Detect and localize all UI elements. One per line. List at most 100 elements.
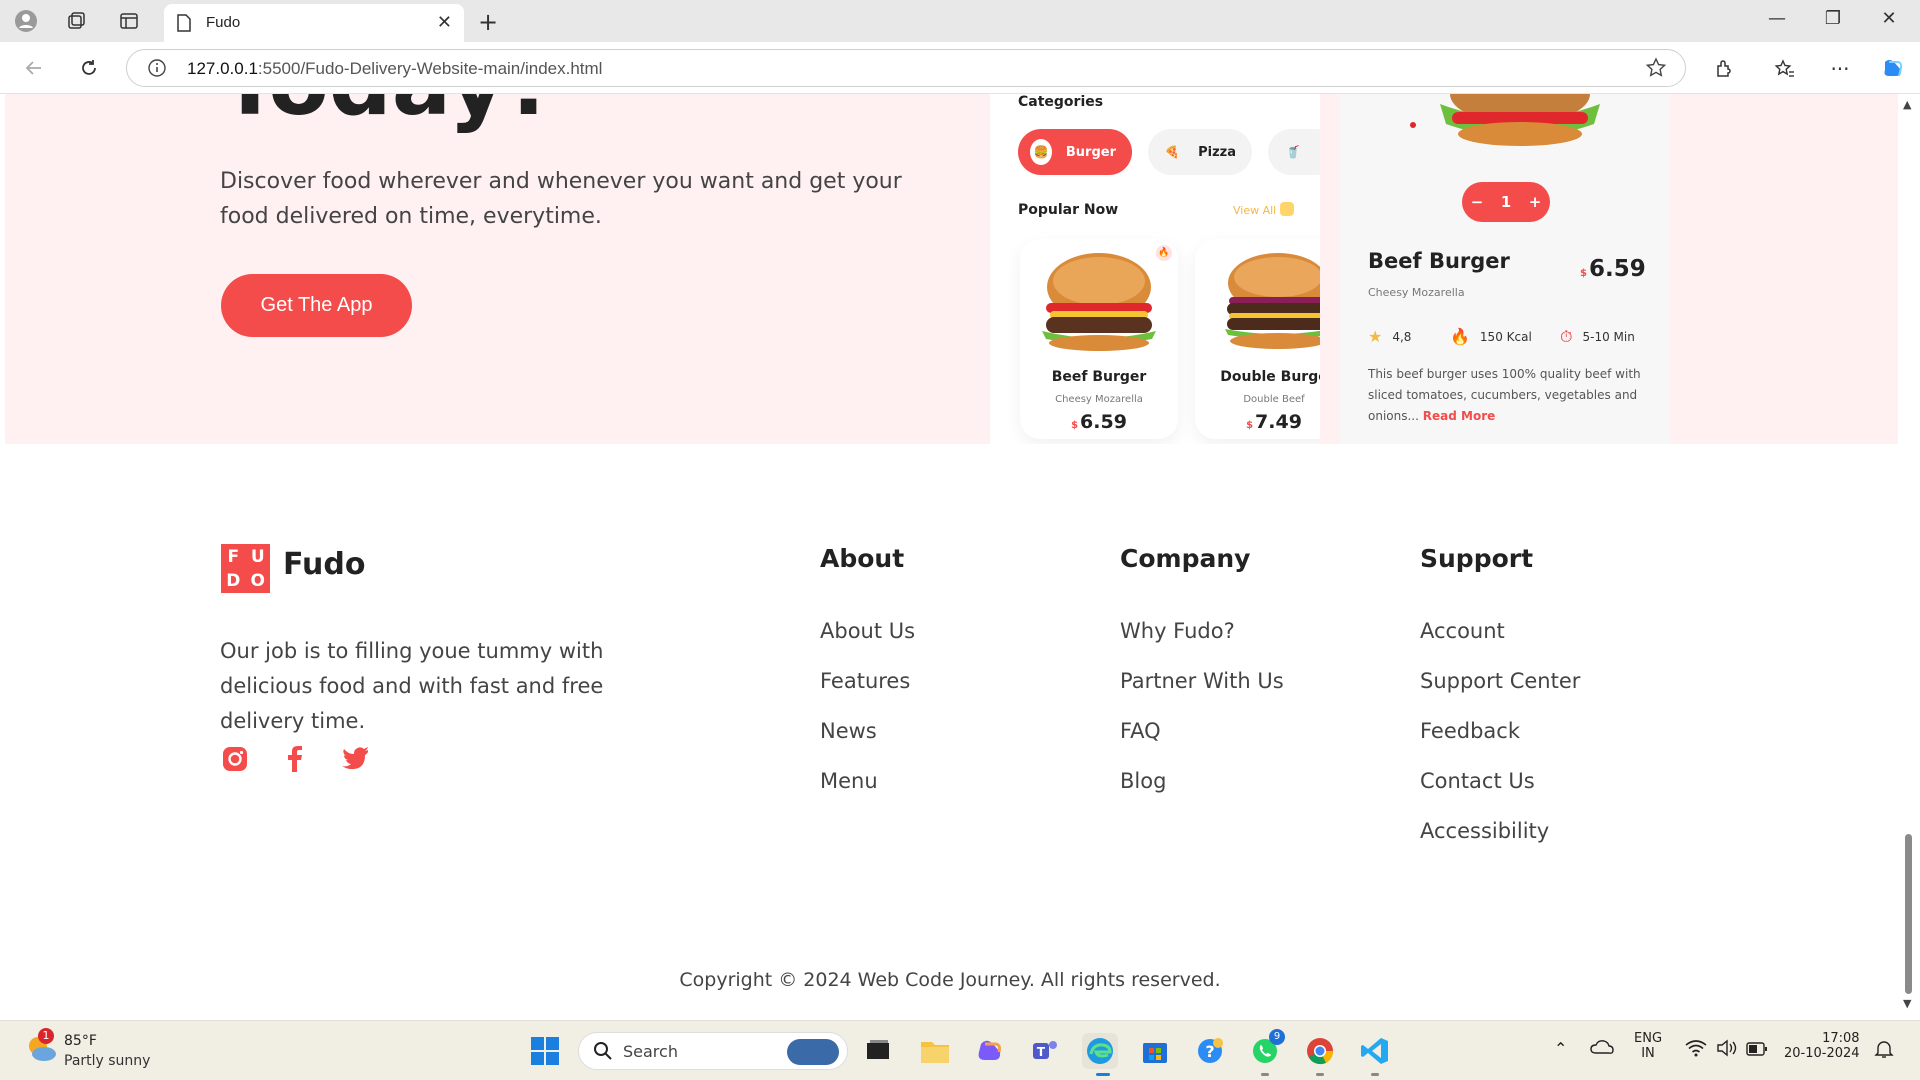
running-app-indicator bbox=[1371, 1073, 1379, 1076]
twitter-icon[interactable] bbox=[340, 744, 370, 774]
footer-link-about-us[interactable]: About Us bbox=[820, 619, 915, 643]
restore-icon[interactable]: ❐ bbox=[1818, 8, 1848, 29]
burger-icon: 🍔 bbox=[1030, 139, 1052, 165]
footer-link-why-fudo[interactable]: Why Fudo? bbox=[1120, 619, 1235, 643]
vertical-tabs-icon[interactable] bbox=[115, 7, 143, 35]
clock-datetime[interactable]: 17:08 20-10-2024 bbox=[1784, 1031, 1860, 1061]
battery-icon[interactable] bbox=[1746, 1041, 1768, 1060]
copilot-app-icon[interactable] bbox=[972, 1033, 1008, 1069]
profile-icon[interactable] bbox=[12, 7, 40, 35]
footer-link-faq[interactable]: FAQ bbox=[1120, 719, 1161, 743]
file-explorer-icon[interactable] bbox=[917, 1033, 953, 1069]
instagram-icon[interactable] bbox=[220, 744, 250, 774]
scroll-thumb[interactable] bbox=[1905, 834, 1912, 994]
footer-link-blog[interactable]: Blog bbox=[1120, 769, 1166, 793]
app-mockup-home: Categories 🍔 Burger 🍕 Pizza 🥤 Popular No… bbox=[990, 94, 1320, 444]
language-indicator[interactable]: ENG IN bbox=[1634, 1031, 1662, 1061]
burger-hero-image bbox=[1440, 94, 1600, 146]
favorite-star-icon[interactable] bbox=[1645, 57, 1667, 83]
help-icon[interactable]: ? bbox=[1192, 1033, 1228, 1069]
onedrive-icon[interactable] bbox=[1590, 1039, 1614, 1059]
edge-icon[interactable] bbox=[1082, 1033, 1118, 1069]
scroll-up-icon[interactable]: ▲ bbox=[1903, 98, 1911, 111]
food-card: 🔥 Beef Burger Cheesy Mozarella $6.59 bbox=[1020, 239, 1178, 439]
minimize-icon[interactable]: — bbox=[1762, 8, 1792, 29]
notifications-icon[interactable] bbox=[1874, 1039, 1894, 1063]
chrome-icon[interactable] bbox=[1302, 1033, 1338, 1069]
get-the-app-button[interactable]: Get The App bbox=[221, 274, 412, 337]
microsoft-store-icon[interactable] bbox=[1137, 1033, 1173, 1069]
back-icon[interactable] bbox=[20, 54, 48, 82]
new-tab-icon[interactable]: + bbox=[478, 8, 498, 36]
windows-start-icon[interactable] bbox=[527, 1033, 563, 1069]
drink-icon: 🥤 bbox=[1285, 145, 1301, 159]
footer-link-account[interactable]: Account bbox=[1420, 619, 1505, 643]
footer-link-accessibility[interactable]: Accessibility bbox=[1420, 819, 1549, 843]
address-bar[interactable]: 127.0.0.1:5500/Fudo-Delivery-Website-mai… bbox=[126, 49, 1686, 87]
browser-tab-active[interactable]: Fudo ✕ bbox=[164, 4, 464, 42]
footer-column-title-support: Support bbox=[1420, 544, 1534, 573]
footer-link-menu[interactable]: Menu bbox=[820, 769, 878, 793]
url-text: 127.0.0.1:5500/Fudo-Delivery-Website-mai… bbox=[187, 59, 603, 78]
svg-text:?: ? bbox=[1205, 1042, 1214, 1061]
food-card-price: $6.59 bbox=[1071, 411, 1127, 433]
footer-link-feedback[interactable]: Feedback bbox=[1420, 719, 1520, 743]
vscode-icon[interactable] bbox=[1357, 1033, 1393, 1069]
read-more-link: Read More bbox=[1422, 409, 1496, 423]
site-info-icon[interactable] bbox=[147, 58, 167, 82]
taskbar-search[interactable]: Search bbox=[578, 1032, 848, 1070]
whatsapp-icon[interactable]: 9 bbox=[1247, 1029, 1285, 1069]
tab-close-icon[interactable]: ✕ bbox=[437, 12, 452, 33]
show-hidden-icons[interactable]: ⌃ bbox=[1554, 1039, 1567, 1058]
volume-icon[interactable] bbox=[1716, 1039, 1738, 1061]
svg-text:T: T bbox=[1037, 1045, 1046, 1059]
windows-taskbar: 1 85°F Partly sunny Search T ? 9 ⌃ ENG I… bbox=[0, 1020, 1920, 1080]
quantity-stepper: − 1 + bbox=[1462, 182, 1550, 222]
food-card: Double Burge Double Beef $7.49 bbox=[1195, 239, 1320, 439]
time-stat: ⏱ 5-10 Min bbox=[1560, 327, 1635, 346]
favorites-icon[interactable] bbox=[1770, 54, 1800, 84]
food-card-name: Beef Burger bbox=[1051, 369, 1147, 385]
hero-description: Discover food wherever and whenever you … bbox=[220, 169, 902, 229]
extensions-icon[interactable] bbox=[1710, 54, 1740, 84]
footer-link-news[interactable]: News bbox=[820, 719, 877, 743]
food-card-price: $7.49 bbox=[1246, 411, 1302, 433]
browser-tab-bar: Fudo ✕ + — ❐ ✕ bbox=[0, 0, 1920, 42]
browser-toolbar: 127.0.0.1:5500/Fudo-Delivery-Website-mai… bbox=[0, 42, 1920, 94]
weather-temperature: 85°F bbox=[64, 1033, 97, 1049]
wifi-icon[interactable] bbox=[1685, 1039, 1707, 1061]
pizza-icon: 🍕 bbox=[1164, 145, 1180, 159]
clock-icon: ⏱ bbox=[1560, 327, 1573, 346]
page-icon bbox=[176, 14, 192, 36]
footer-link-features[interactable]: Features bbox=[820, 669, 910, 693]
scroll-down-icon[interactable]: ▼ bbox=[1903, 997, 1911, 1010]
page-scrollbar[interactable]: ▲ ▼ bbox=[1898, 94, 1920, 1020]
task-view-icon[interactable] bbox=[860, 1033, 896, 1069]
fudo-logo[interactable]: FU DO bbox=[221, 544, 270, 593]
footer-link-contact-us[interactable]: Contact Us bbox=[1420, 769, 1535, 793]
more-menu-icon[interactable]: ··· bbox=[1825, 54, 1855, 84]
workspaces-icon[interactable] bbox=[62, 7, 90, 35]
footer-link-partner[interactable]: Partner With Us bbox=[1120, 669, 1284, 693]
copyright-text: Copyright © 2024 Web Code Journey. All r… bbox=[679, 969, 1221, 991]
fire-icon: 🔥 bbox=[1450, 327, 1470, 346]
teams-icon[interactable]: T bbox=[1027, 1033, 1063, 1069]
facebook-icon[interactable] bbox=[280, 744, 310, 774]
running-app-indicator bbox=[1261, 1073, 1269, 1076]
refresh-icon[interactable] bbox=[75, 54, 103, 82]
weather-description: Partly sunny bbox=[64, 1053, 151, 1069]
footer-description: Our job is to filling youe tummy with de… bbox=[220, 639, 604, 733]
logo-text: Fudo bbox=[283, 547, 366, 582]
footer-link-support-center[interactable]: Support Center bbox=[1420, 669, 1580, 693]
minus-icon: − bbox=[1470, 193, 1484, 211]
close-window-icon[interactable]: ✕ bbox=[1874, 8, 1904, 29]
detail-description: This beef burger uses 100% quality beef … bbox=[1368, 367, 1641, 423]
category-chip-more: 🥤 bbox=[1268, 129, 1320, 175]
app-mockup-detail: − 1 + Beef Burger Cheesy Mozarella $6.59… bbox=[1340, 94, 1670, 444]
copilot-icon[interactable] bbox=[1878, 54, 1908, 84]
categories-title: Categories bbox=[1018, 94, 1104, 110]
footer-column-title-company: Company bbox=[1120, 544, 1251, 573]
view-all-link: View All bbox=[1233, 204, 1277, 217]
weather-widget[interactable]: 1 bbox=[24, 1028, 60, 1070]
active-app-indicator bbox=[1096, 1073, 1110, 1076]
